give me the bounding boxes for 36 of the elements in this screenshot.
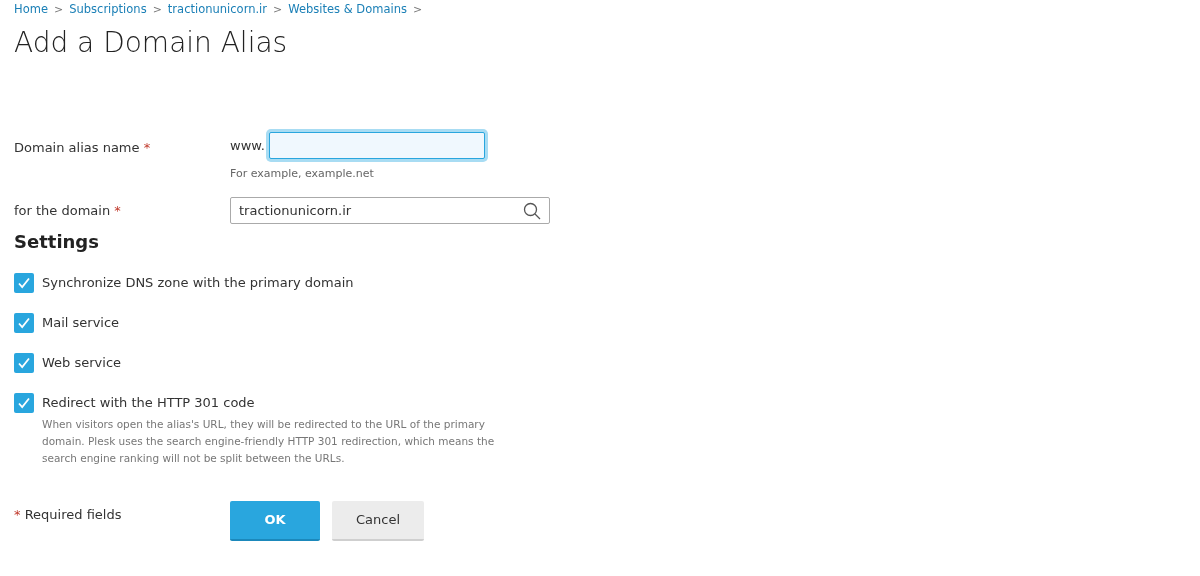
search-icon [523, 201, 541, 220]
input-field[interactable] [268, 132, 485, 159]
domain-select[interactable]: tractionunicorn.ir [230, 197, 550, 224]
page-title: Add a Domain Alias [14, 25, 289, 61]
required-mark: * [14, 507, 21, 522]
breadcrumb-separator: > [53, 1, 64, 18]
breadcrumb-link[interactable]: Home [14, 1, 48, 19]
checkbox-label: Mail service [42, 314, 120, 333]
check-icon [17, 316, 31, 330]
field-hint: For example, example.net [230, 166, 375, 182]
field-label: Domain alias name [14, 140, 140, 155]
checkbox[interactable] [14, 273, 34, 293]
breadcrumb-separator: > [273, 1, 283, 18]
checkbox-label: Redirect with the HTTP 301 code [42, 394, 255, 413]
required-mark: * [114, 203, 121, 218]
breadcrumb-link[interactable]: Websites & Domains [288, 1, 407, 19]
check-icon [17, 396, 31, 410]
section-heading: Settings [14, 231, 100, 253]
breadcrumb-link[interactable]: tractionunicorn.ir [167, 1, 268, 19]
checkbox[interactable] [14, 313, 34, 333]
required-mark: * [143, 140, 151, 155]
field-label: for the domain [14, 203, 111, 218]
prefix-label: www. [230, 136, 265, 155]
check-icon [17, 356, 31, 370]
checkbox[interactable] [14, 353, 34, 373]
required-note: Required fields [24, 507, 122, 522]
checkbox-label: Web service [42, 354, 122, 373]
cancel-button[interactable]: Cancel [332, 501, 424, 541]
checkbox-label: Synchronize DNS zone with the primary domain [42, 274, 354, 293]
checkbox[interactable] [14, 393, 34, 413]
breadcrumb-separator: > [152, 1, 162, 18]
option-description: When visitors open the alias's URL, they will be redirected to the URL of the primary domain. Plesk uses the search engine-friendly HTTP 301 redirection, which means the search engine ranking will not be split between the URLs. [42, 417, 496, 466]
check-icon [17, 276, 31, 290]
breadcrumb-link[interactable]: Subscriptions [69, 1, 147, 19]
breadcrumb-separator: > [413, 1, 423, 18]
ok-button[interactable]: OK [230, 501, 320, 541]
